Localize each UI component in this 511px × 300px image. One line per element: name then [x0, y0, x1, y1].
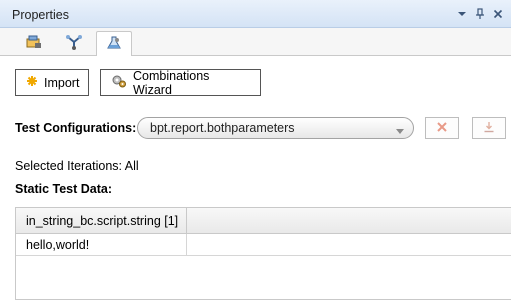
- column-divider: [186, 234, 187, 256]
- table-header: in_string_bc.script.string [1]: [16, 208, 511, 234]
- table-cell[interactable]: hello,world!: [26, 238, 89, 252]
- tab-strip: [0, 28, 511, 57]
- table-row[interactable]: hello,world!: [16, 234, 511, 256]
- tab-parameters[interactable]: [56, 31, 92, 55]
- properties-panel: Properties Import Combinations Wizard Te…: [0, 0, 511, 300]
- selected-iterations-label: Selected Iterations: All: [15, 159, 139, 173]
- chevron-down-icon: [395, 125, 405, 139]
- tab-general[interactable]: [16, 31, 52, 55]
- test-data-icon: [105, 35, 123, 54]
- parameters-icon: [65, 34, 83, 53]
- pin-icon[interactable]: [473, 7, 487, 21]
- column-divider: [186, 208, 187, 234]
- import-label: Import: [44, 75, 80, 90]
- window-controls: [455, 7, 505, 21]
- import-button[interactable]: Import: [15, 69, 89, 96]
- static-test-data-label: Static Test Data:: [15, 182, 113, 196]
- delete-configuration-button[interactable]: [425, 117, 459, 139]
- panel-titlebar: Properties: [0, 0, 511, 28]
- general-properties-icon: [25, 34, 43, 53]
- test-configurations-value: bpt.report.bothparameters: [150, 121, 295, 135]
- close-icon[interactable]: [491, 7, 505, 21]
- delete-icon: [436, 121, 448, 136]
- wizard-icon: [111, 73, 127, 92]
- wizard-label: Combinations Wizard: [133, 68, 210, 97]
- panel-title: Properties: [12, 8, 69, 22]
- chevron-down-icon[interactable]: [455, 7, 469, 21]
- test-data-pane: Import Combinations Wizard Test Configur…: [0, 56, 511, 300]
- download-configuration-button[interactable]: [472, 117, 506, 139]
- combinations-wizard-button[interactable]: Combinations Wizard: [100, 68, 261, 97]
- static-test-data-table: in_string_bc.script.string [1] hello,wor…: [15, 207, 511, 300]
- column-header: in_string_bc.script.string [1]: [26, 214, 179, 228]
- tab-test-data[interactable]: [96, 31, 132, 57]
- test-configurations-select[interactable]: bpt.report.bothparameters: [137, 117, 414, 139]
- download-icon: [483, 121, 495, 136]
- test-configurations-label: Test Configurations:: [15, 121, 137, 135]
- import-star-icon: [26, 75, 38, 90]
